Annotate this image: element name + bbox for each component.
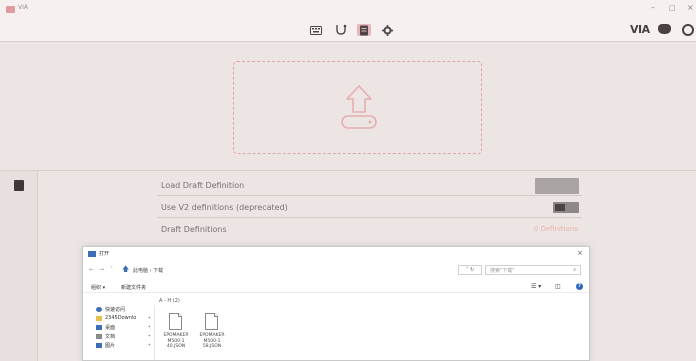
document-icon[interactable] [14,180,24,191]
nav-item-label: 图片 [105,343,116,349]
help-icon[interactable]: ? [576,283,583,290]
settings-row-load-draft: Load Draft Definition [157,176,582,196]
row-label: Use V2 definitions (deprecated) [161,203,288,212]
nav-item-label: 文档 [105,334,116,340]
view-options-icon[interactable]: ☰ ▾ [531,283,541,290]
search-input[interactable]: 搜索"下载" ⌕ [485,265,581,275]
file-item[interactable]: EPOMAKER M500-1 40.JSON [161,313,191,361]
file-name: EPOMAKER M500-1 58.JSON [199,333,225,349]
v2-definitions-toggle[interactable] [553,202,579,213]
key-test-icon[interactable] [334,24,348,36]
history-chevron-icon[interactable]: ˅ [110,266,113,273]
github-icon[interactable] [682,24,694,36]
nav-item-label: 快速访问 [105,307,126,313]
settings-icon[interactable] [380,24,394,36]
pin-icon: ✦ [147,342,151,347]
settings-row-v2-definitions: Use V2 definitions (deprecated) [157,198,582,218]
load-draft-button[interactable] [535,178,579,194]
file-item[interactable]: EPOMAKER M500-1 58.JSON [197,313,227,361]
file-icon [169,313,182,330]
toggle-knob [555,204,565,211]
breadcrumb[interactable]: 此电脑 › 下载 [133,267,163,274]
search-placeholder: 搜索"下载" [490,268,515,274]
file-group-header[interactable]: A - H (2) [159,298,180,304]
search-icon: ⌕ [573,267,576,273]
file-name: EPOMAKER M500-1 40.JSON [163,333,189,349]
definition-dropzone[interactable] [233,61,482,154]
nav-item-quick-access[interactable]: 快速访问 [93,305,153,314]
pin-icon: ✦ [147,315,151,320]
discord-icon[interactable] [658,24,671,34]
nav-item-pictures[interactable]: 图片 ✦ [93,341,153,350]
dialog-close-button[interactable]: × [577,249,583,257]
nav-item-desktop[interactable]: 桌面 ✦ [93,323,153,332]
content-divider [38,170,696,171]
navigation-pane: 快速访问 2345Downlo ✦ 桌面 ✦ 文档 ✦ 图片 ✦ [93,305,155,360]
draft-definitions-count: 0 Definitions [533,225,578,233]
dialog-nav-bar: ← → ˅ 🡅 此电脑 › 下载 ˅ ↻ 搜索"下载" ⌕ [83,263,589,277]
dialog-titlebar: 打开 × [83,247,589,261]
dialog-command-bar: 组织 ▾ 新建文件夹 ☰ ▾ ◫ ? [83,281,589,293]
back-arrow-icon[interactable]: ← [89,266,94,273]
pictures-icon [96,343,102,348]
documents-icon [96,334,102,339]
nav-item-documents[interactable]: 文档 ✦ [93,332,153,341]
row-label: Load Draft Definition [161,181,245,190]
dialog-title: 打开 [99,251,110,257]
refresh-button[interactable]: ˅ ↻ [458,265,482,275]
organize-button[interactable]: 组织 ▾ [91,284,105,291]
main-toolbar: VIA [0,18,696,42]
forward-arrow-icon[interactable]: → [99,266,104,273]
row-label: Draft Definitions [161,225,227,234]
pin-icon: ✦ [147,324,151,329]
nav-item-2345downloads[interactable]: 2345Downlo ✦ [93,314,153,323]
app-icon [6,6,15,13]
dialog-app-icon [88,251,96,257]
keyboard-icon[interactable] [309,24,323,36]
open-file-dialog: 打开 × ← → ˅ 🡅 此电脑 › 下载 ˅ ↻ 搜索"下载" ⌕ 组织 ▾ … [82,246,590,361]
star-icon [96,307,102,312]
file-icon [205,313,218,330]
maximize-button[interactable]: □ [669,3,676,13]
via-logo: VIA [630,23,650,36]
design-icon[interactable] [357,24,371,36]
up-arrow-icon[interactable]: 🡅 [122,265,129,276]
pin-icon: ✦ [147,333,151,338]
minimize-button[interactable]: – [651,3,655,13]
nav-item-label: 桌面 [105,325,116,331]
new-folder-button[interactable]: 新建文件夹 [121,284,146,291]
settings-row-draft-definitions: Draft Definitions 0 Definitions [157,220,582,240]
window-titlebar: VIA – □ × [0,0,696,18]
nav-item-label: 2345Downlo [105,315,137,321]
close-button[interactable]: × [687,3,694,13]
app-title: VIA [18,4,28,11]
upload-icon [334,82,384,134]
desktop-icon [96,325,102,330]
left-sidebar [0,170,38,361]
folder-icon [96,316,102,321]
preview-pane-icon[interactable]: ◫ [555,283,561,290]
